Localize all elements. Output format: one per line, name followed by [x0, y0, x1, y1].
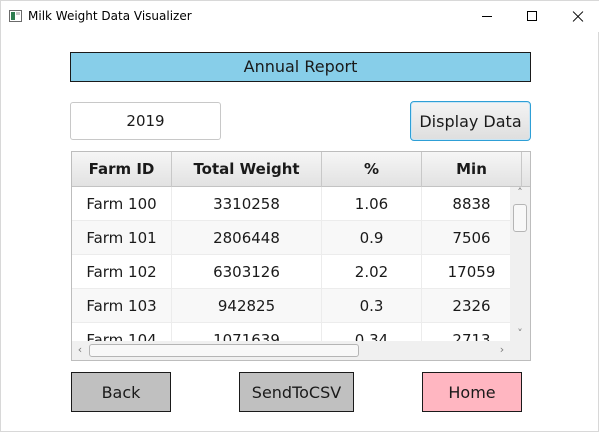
- send-to-csv-button[interactable]: SendToCSV: [239, 372, 354, 412]
- display-data-button[interactable]: Display Data: [410, 101, 531, 141]
- cell-percent: 0.9: [322, 221, 422, 255]
- table-row[interactable]: Farm 101 2806448 0.9 7506: [72, 221, 510, 255]
- window-title: Milk Weight Data Visualizer: [28, 9, 192, 23]
- title-bar: Milk Weight Data Visualizer: [1, 1, 599, 32]
- cell-total-weight: 1071639: [172, 323, 322, 341]
- home-button[interactable]: Home: [422, 372, 522, 412]
- cell-min: 7506: [422, 221, 510, 255]
- cell-farm-id: Farm 101: [72, 221, 172, 255]
- cell-total-weight: 2806448: [172, 221, 322, 255]
- cell-min: 8838: [422, 187, 510, 221]
- column-header-percent[interactable]: %: [322, 152, 422, 187]
- cell-min: 17059: [422, 255, 510, 289]
- cell-total-weight: 942825: [172, 289, 322, 323]
- maximize-icon: [527, 11, 537, 21]
- horizontal-scroll-thumb[interactable]: [89, 344, 359, 357]
- scroll-right-arrow-icon[interactable]: ›: [496, 344, 508, 356]
- cell-percent: 2.02: [322, 255, 422, 289]
- column-header-min[interactable]: Min: [422, 152, 522, 187]
- minimize-icon: [482, 16, 492, 17]
- vertical-scrollbar[interactable]: ˄ ˅: [510, 187, 530, 341]
- table-row[interactable]: Farm 104 1071639 0.34 2713: [72, 323, 510, 341]
- report-title-banner: Annual Report: [70, 52, 531, 82]
- scroll-down-arrow-icon[interactable]: ˅: [514, 328, 526, 340]
- table-row[interactable]: Farm 102 6303126 2.02 17059: [72, 255, 510, 289]
- column-header-farm-id[interactable]: Farm ID: [72, 152, 172, 187]
- table-row[interactable]: Farm 103 942825 0.3 2326: [72, 289, 510, 323]
- app-icon: [9, 10, 22, 22]
- vertical-scroll-thumb[interactable]: [513, 204, 527, 232]
- app-window: Milk Weight Data Visualizer Annual Repor…: [0, 0, 599, 432]
- cell-percent: 1.06: [322, 187, 422, 221]
- horizontal-scrollbar[interactable]: ‹ ›: [72, 341, 510, 360]
- cell-farm-id: Farm 104: [72, 323, 172, 341]
- scroll-left-arrow-icon[interactable]: ‹: [74, 344, 86, 356]
- scroll-up-arrow-icon[interactable]: ˄: [514, 187, 526, 199]
- close-button[interactable]: [555, 1, 599, 32]
- table-body: Farm 100 3310258 1.06 8838 Farm 101 2806…: [72, 187, 510, 341]
- minimize-button[interactable]: [464, 1, 510, 32]
- cell-total-weight: 3310258: [172, 187, 322, 221]
- scrollbar-corner: [510, 341, 530, 360]
- cell-total-weight: 6303126: [172, 255, 322, 289]
- cell-percent: 0.34: [322, 323, 422, 341]
- cell-min: 2713: [422, 323, 510, 341]
- cell-min: 2326: [422, 289, 510, 323]
- back-button[interactable]: Back: [71, 372, 171, 412]
- year-input[interactable]: [70, 102, 221, 140]
- cell-percent: 0.3: [322, 289, 422, 323]
- cell-farm-id: Farm 102: [72, 255, 172, 289]
- maximize-button[interactable]: [510, 1, 556, 32]
- table-row[interactable]: Farm 100 3310258 1.06 8838: [72, 187, 510, 221]
- table-header: Farm ID Total Weight % Min: [72, 152, 530, 187]
- data-table: Farm ID Total Weight % Min Farm 100 3310…: [71, 151, 531, 361]
- column-header-total-weight[interactable]: Total Weight: [172, 152, 322, 187]
- cell-farm-id: Farm 100: [72, 187, 172, 221]
- cell-farm-id: Farm 103: [72, 289, 172, 323]
